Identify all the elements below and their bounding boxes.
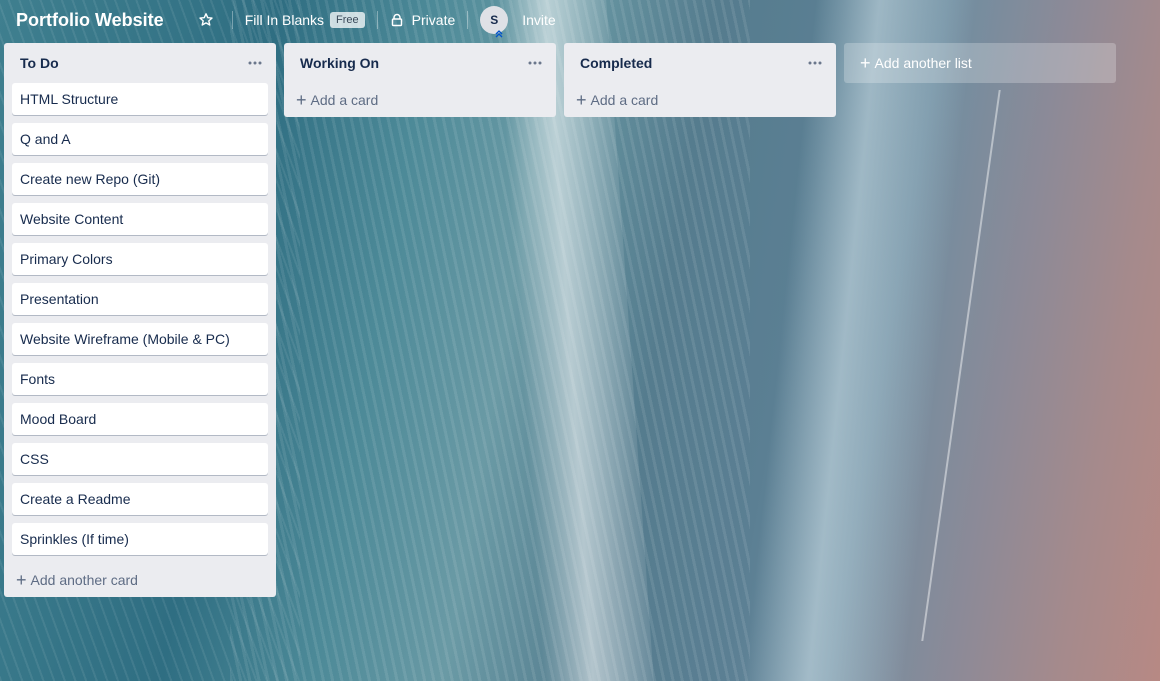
card[interactable]: HTML Structure — [12, 83, 268, 115]
card[interactable]: Website Wireframe (Mobile & PC) — [12, 323, 268, 355]
list-title[interactable]: Working On — [300, 55, 379, 71]
list-header: To Do — [12, 43, 268, 83]
card[interactable]: Sprinkles (If time) — [12, 523, 268, 555]
list-working-on: Working On + Add a card — [284, 43, 556, 117]
card[interactable]: Website Content — [12, 203, 268, 235]
list-title[interactable]: Completed — [580, 55, 652, 71]
card[interactable]: Create a Readme — [12, 483, 268, 515]
card[interactable]: Mood Board — [12, 403, 268, 435]
chevron-up-icon — [495, 30, 503, 38]
header-divider — [376, 11, 378, 29]
add-list-label: Add another list — [874, 55, 972, 71]
workspace-badge: Free — [330, 12, 365, 28]
add-card-button[interactable]: + Add another card — [12, 563, 268, 597]
visibility-button[interactable]: Private — [384, 6, 462, 34]
list-to-do: To Do HTML Structure Q and A Create new … — [4, 43, 276, 597]
plus-icon: + — [16, 570, 27, 590]
card[interactable]: Fonts — [12, 363, 268, 395]
avatar-initial: S — [490, 13, 499, 27]
add-card-label: Add another card — [30, 572, 138, 588]
star-button[interactable] — [186, 6, 226, 34]
visibility-label: Private — [411, 12, 456, 28]
dots-icon[interactable] — [246, 54, 264, 72]
plus-icon: + — [576, 90, 587, 110]
board-title[interactable]: Portfolio Website — [16, 10, 164, 31]
add-card-label: Add a card — [590, 92, 659, 108]
list-header: Completed — [572, 43, 828, 83]
plus-icon: + — [860, 53, 871, 73]
list-header: Working On — [292, 43, 548, 83]
header-divider — [231, 11, 233, 29]
lock-icon — [391, 13, 402, 27]
add-list-button[interactable]: + Add another list — [844, 43, 1116, 83]
card[interactable]: Primary Colors — [12, 243, 268, 275]
invite-button[interactable]: Invite — [516, 6, 561, 34]
list-title[interactable]: To Do — [20, 55, 59, 71]
dots-icon[interactable] — [526, 54, 544, 72]
add-card-label: Add a card — [310, 92, 379, 108]
add-card-button[interactable]: + Add a card — [292, 83, 548, 117]
card[interactable]: CSS — [12, 443, 268, 475]
header-divider — [467, 11, 469, 29]
invite-label: Invite — [522, 12, 556, 28]
board-header: Portfolio Website Fill In Blanks Free Pr… — [0, 0, 1160, 40]
star-icon — [198, 13, 213, 26]
workspace-button[interactable]: Fill In Blanks Free — [239, 6, 371, 34]
list-completed: Completed + Add a card — [564, 43, 836, 117]
plus-icon: + — [296, 90, 307, 110]
card[interactable]: Q and A — [12, 123, 268, 155]
card[interactable]: Create new Repo (Git) — [12, 163, 268, 195]
avatar[interactable]: S — [480, 6, 509, 38]
card[interactable]: Presentation — [12, 283, 268, 315]
workspace-name: Fill In Blanks — [244, 12, 325, 28]
dots-icon[interactable] — [806, 54, 824, 72]
background-foam — [921, 90, 1001, 641]
add-card-button[interactable]: + Add a card — [572, 83, 828, 117]
